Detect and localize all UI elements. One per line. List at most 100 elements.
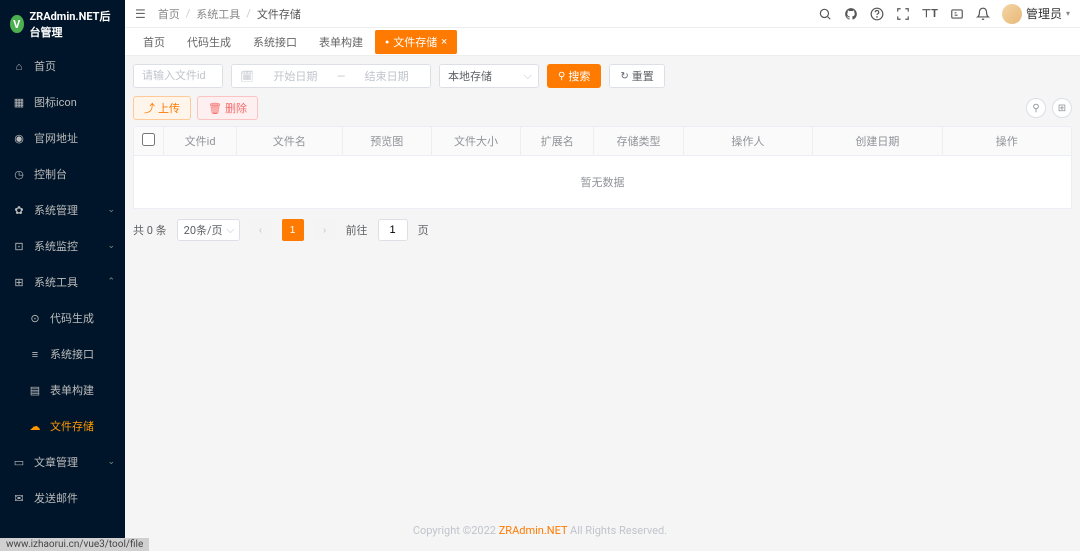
breadcrumb: 首页 / 系统工具 / 文件存储	[158, 6, 301, 22]
column-actions: 操作	[943, 127, 1071, 155]
table-tools: ⚲ ⊞	[1026, 98, 1072, 118]
form-icon: ▤	[28, 383, 42, 397]
next-page-button[interactable]: ›	[314, 219, 336, 241]
dashboard-icon: ◷	[12, 167, 26, 181]
monitor-icon: ⊡	[12, 239, 26, 253]
sidebar-item-home[interactable]: ⌂ 首页	[0, 48, 125, 84]
sidebar-item-label: 表单构建	[50, 382, 94, 398]
sidebar-item-label: 发送邮件	[34, 490, 78, 506]
sidebar-item-formbuild[interactable]: ▤ 表单构建	[0, 372, 125, 408]
checkbox-column[interactable]	[134, 127, 164, 155]
breadcrumb-item: 文件存储	[257, 6, 301, 22]
breadcrumb-item[interactable]: 系统工具	[196, 6, 240, 22]
avatar	[1002, 4, 1022, 24]
username: 管理员	[1026, 5, 1062, 22]
sidebar-item-system-manage[interactable]: ✿ 系统管理 ⌄	[0, 192, 125, 228]
search-icon: ⚲	[558, 71, 565, 82]
tab-formbuild[interactable]: 表单构建	[309, 30, 373, 54]
chevron-down-icon: ▾	[1066, 9, 1070, 18]
refresh-icon: ↻	[620, 71, 628, 82]
sidebar-item-filestorage[interactable]: ☁ 文件存储	[0, 408, 125, 444]
button-label: 删除	[225, 100, 247, 116]
sidebar-item-console[interactable]: ◷ 控制台	[0, 156, 125, 192]
refresh-tool[interactable]: ⚲	[1026, 98, 1046, 118]
logo-icon: V	[10, 15, 24, 33]
fullscreen-icon[interactable]	[896, 7, 910, 21]
empty-state: 暂无数据	[134, 156, 1071, 208]
sidebar-item-api[interactable]: ≡ 系统接口	[0, 336, 125, 372]
sidebar-item-label: 官网地址	[34, 130, 78, 146]
select-value: 20条/页	[184, 222, 223, 238]
globe-icon: ◉	[12, 131, 26, 145]
goto-suffix: 页	[418, 222, 429, 238]
github-icon[interactable]	[844, 7, 858, 21]
column-toggle-tool[interactable]: ⊞	[1052, 98, 1072, 118]
sidebar-item-article[interactable]: ▭ 文章管理 ⌄	[0, 444, 125, 480]
prev-page-button[interactable]: ‹	[250, 219, 272, 241]
tab-label: 表单构建	[319, 34, 363, 50]
page-size-select[interactable]: 20条/页	[177, 219, 240, 241]
gear-icon: ✿	[12, 203, 26, 217]
sidebar-item-label: 系统接口	[50, 346, 94, 362]
logo[interactable]: V ZRAdmin.NET后台管理	[0, 0, 125, 48]
sidebar-item-codegen[interactable]: ⊙ 代码生成	[0, 300, 125, 336]
sidebar-item-label: 图标icon	[34, 94, 77, 110]
sidebar-item-icons[interactable]: ▦ 图标icon	[0, 84, 125, 120]
search-button[interactable]: ⚲ 搜索	[547, 64, 601, 88]
brand-link[interactable]: ZRAdmin.NET	[499, 524, 568, 537]
button-label: 上传	[158, 100, 180, 116]
column-ext: 扩展名	[521, 127, 594, 155]
button-label: 重置	[632, 68, 654, 84]
header-right: ⊤T 管理员 ▾	[818, 4, 1070, 24]
tabs-bar: 首页 代码生成 系统接口 表单构建 文件存储 ×	[125, 28, 1080, 56]
sidebar: V ZRAdmin.NET后台管理 ⌂ 首页 ▦ 图标icon ◉ 官网地址 ◷…	[0, 0, 125, 551]
hamburger-icon[interactable]: ☰	[135, 7, 146, 21]
sidebar-item-label: 系统监控	[34, 238, 78, 254]
date-range-picker[interactable]: 🗓 开始日期 — 结束日期	[231, 64, 431, 88]
column-preview: 预览图	[343, 127, 432, 155]
tab-label: 代码生成	[187, 34, 231, 50]
sidebar-item-system-monitor[interactable]: ⊡ 系统监控 ⌄	[0, 228, 125, 264]
sidebar-item-label: 系统管理	[34, 202, 78, 218]
api-icon: ≡	[28, 347, 42, 361]
mail-icon: ✉	[12, 491, 26, 505]
breadcrumb-item[interactable]: 首页	[158, 6, 180, 22]
sidebar-item-label: 文章管理	[34, 454, 78, 470]
delete-button[interactable]: 🗑 删除	[197, 96, 258, 120]
tab-label: 文件存储	[393, 34, 437, 50]
help-icon[interactable]	[870, 7, 884, 21]
goto-page-input[interactable]	[378, 219, 408, 241]
date-start-placeholder: 开始日期	[260, 68, 331, 84]
storage-select[interactable]: 本地存储	[439, 64, 539, 88]
chevron-down-icon: ⌄	[107, 241, 115, 251]
sidebar-item-label: 首页	[34, 58, 56, 74]
tool-icon: ⊞	[12, 275, 26, 289]
app-title: ZRAdmin.NET后台管理	[30, 8, 116, 40]
fontsize-icon[interactable]: ⊤T	[922, 7, 938, 20]
cloud-icon: ☁	[28, 419, 42, 433]
doc-icon: ▭	[12, 455, 26, 469]
sidebar-item-system-tools[interactable]: ⊞ 系统工具 ⌃	[0, 264, 125, 300]
fileid-input[interactable]	[133, 64, 223, 88]
pagination: 共 0 条 20条/页 ‹ 1 › 前往 页	[133, 219, 1072, 241]
sidebar-item-website[interactable]: ◉ 官网地址	[0, 120, 125, 156]
reset-button[interactable]: ↻ 重置	[609, 64, 664, 88]
user-menu[interactable]: 管理员 ▾	[1002, 4, 1070, 24]
column-fileid: 文件id	[164, 127, 237, 155]
grid-icon: ▦	[12, 95, 26, 109]
chevron-up-icon: ⌃	[107, 277, 115, 287]
language-icon[interactable]	[950, 7, 964, 21]
total-text: 共 0 条	[133, 222, 167, 238]
tab-filestorage[interactable]: 文件存储 ×	[375, 30, 457, 54]
select-all-checkbox[interactable]	[142, 133, 155, 146]
tab-api[interactable]: 系统接口	[243, 30, 307, 54]
upload-button[interactable]: ⤴ 上传	[133, 96, 191, 120]
tab-home[interactable]: 首页	[133, 30, 175, 54]
home-icon: ⌂	[12, 59, 26, 73]
tab-codegen[interactable]: 代码生成	[177, 30, 241, 54]
notification-icon[interactable]	[976, 7, 990, 21]
sidebar-item-mail[interactable]: ✉ 发送邮件	[0, 480, 125, 516]
close-icon[interactable]: ×	[441, 35, 447, 48]
page-number-button[interactable]: 1	[282, 219, 304, 241]
search-icon[interactable]	[818, 7, 832, 21]
